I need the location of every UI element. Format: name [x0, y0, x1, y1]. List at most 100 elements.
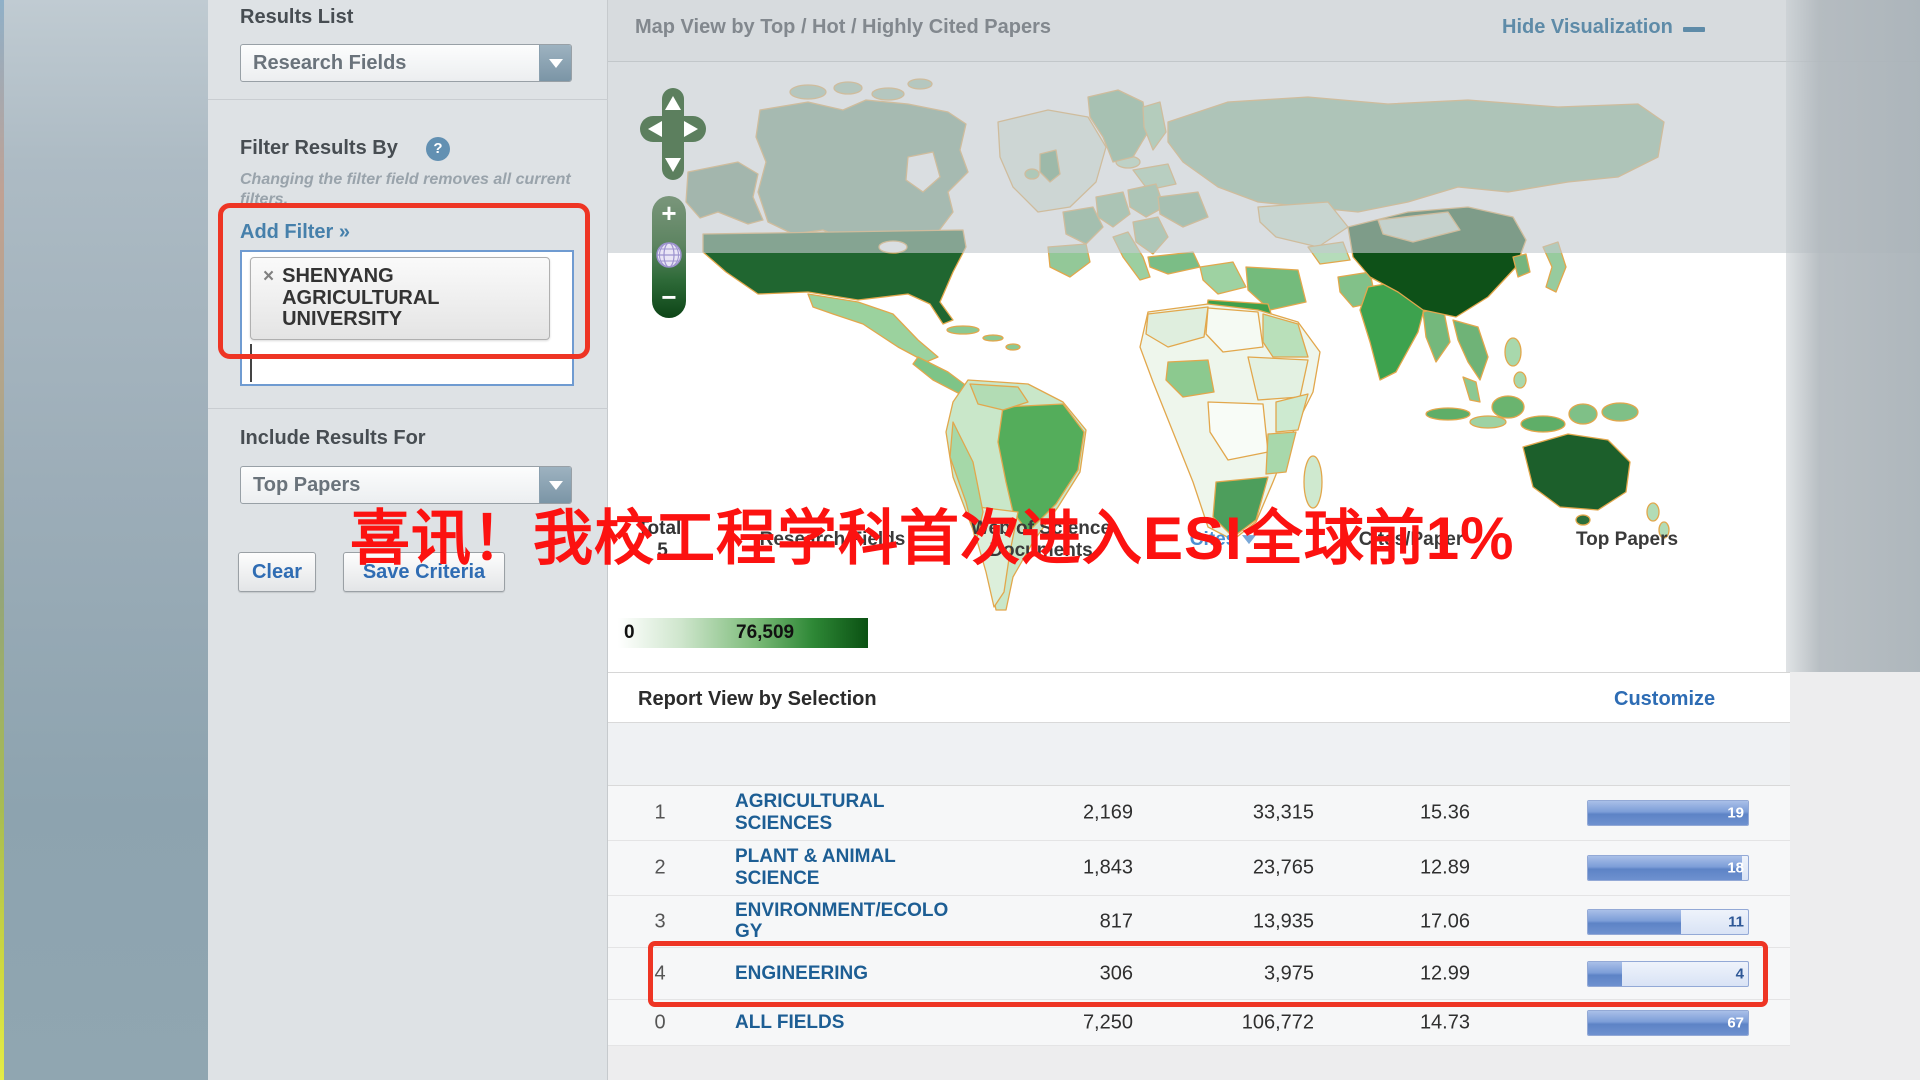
bar-track: 67 [1587, 1010, 1749, 1036]
bar-fill [1588, 801, 1748, 825]
row-cites: 13,935 [1134, 910, 1314, 933]
sidebar-divider [208, 408, 608, 409]
row-cites-per-paper: 17.06 [1290, 910, 1470, 933]
include-results-select[interactable]: Top Papers [240, 466, 572, 504]
legend-min-value: 0 [624, 622, 635, 644]
active-filter-label: SHENYANG AGRICULTURAL UNIVERSITY [282, 266, 539, 331]
row-wos-documents: 817 [953, 910, 1133, 933]
sidebar [208, 0, 608, 1080]
bar-track: 19 [1587, 800, 1749, 826]
chevron-down-icon[interactable] [539, 45, 571, 81]
remove-filter-icon[interactable]: × [263, 266, 274, 331]
sidebar-divider [208, 99, 608, 100]
bar-fill [1588, 1011, 1748, 1035]
row-wos-documents: 7,250 [953, 1011, 1133, 1034]
total-count: Total: 5 [620, 518, 705, 562]
row-cites-per-paper: 15.36 [1290, 802, 1470, 825]
active-filter-chip: × SHENYANG AGRICULTURAL UNIVERSITY [250, 257, 550, 340]
add-filter-link[interactable]: Add Filter » [240, 221, 350, 244]
include-results-heading: Include Results For [240, 427, 426, 450]
minus-icon [1683, 27, 1705, 32]
bar-track: 4 [1587, 961, 1749, 987]
row-wos-documents: 1,843 [953, 857, 1133, 880]
top-papers-bar: 18 [1587, 855, 1749, 881]
research-field-link[interactable]: ENGINEERING [735, 963, 955, 985]
legend-max-value: 76,509 [736, 622, 794, 644]
report-view-title: Report View by Selection [638, 688, 877, 711]
chevron-down-icon[interactable] [539, 467, 571, 503]
filter-results-heading: Filter Results By [240, 137, 398, 160]
table-row: 4 ENGINEERING 306 3,975 12.99 4 [608, 948, 1790, 1000]
row-cites: 106,772 [1134, 1011, 1314, 1034]
save-criteria-button[interactable]: Save Criteria [343, 552, 505, 592]
table-row: 0 ALL FIELDS 7,250 106,772 14.73 67 [608, 1000, 1790, 1046]
top-papers-bar: 19 [1587, 800, 1749, 826]
bar-fill [1588, 856, 1742, 880]
world-map-svg [608, 62, 1920, 672]
customize-link[interactable]: Customize [1614, 688, 1715, 711]
top-papers-bar: 4 [1587, 961, 1749, 987]
clear-button[interactable]: Clear [238, 552, 316, 592]
column-header-cites[interactable]: Cites [1153, 529, 1293, 551]
text-cursor [250, 344, 252, 382]
row-rank: 1 [630, 802, 690, 825]
row-rank: 2 [630, 857, 690, 880]
bar-value: 19 [1727, 805, 1744, 822]
table-row: 2 PLANT & ANIMAL SCIENCE 1,843 23,765 12… [608, 841, 1790, 896]
column-header-wos-documents[interactable]: Web of Science Documents [941, 518, 1141, 562]
row-rank: 4 [630, 962, 690, 985]
top-papers-bar: 11 [1587, 909, 1749, 935]
research-field-link[interactable]: ALL FIELDS [735, 1012, 955, 1034]
row-cites-per-paper: 14.73 [1290, 1011, 1470, 1034]
bar-fill [1588, 962, 1622, 986]
help-icon[interactable]: ? [426, 137, 450, 161]
row-wos-documents: 306 [953, 962, 1133, 985]
globe-icon[interactable] [655, 241, 683, 269]
results-list-select[interactable]: Research Fields [240, 44, 572, 82]
table-row: 3 ENVIRONMENT/ECOLOGY 817 13,935 17.06 1… [608, 896, 1790, 948]
research-field-link[interactable]: AGRICULTURAL SCIENCES [735, 791, 955, 835]
hide-visualization-link[interactable]: Hide Visualization [1502, 16, 1705, 39]
bar-track: 18 [1587, 855, 1749, 881]
map-gray-band [608, 62, 1920, 253]
map-view-title: Map View by Top / Hot / Highly Cited Pap… [635, 16, 1051, 39]
row-rank: 0 [630, 1011, 690, 1034]
map-color-legend: 0 76,509 [618, 618, 868, 648]
total-label: Total: [620, 518, 705, 540]
hide-visualization-label: Hide Visualization [1502, 16, 1673, 39]
table-header-row [608, 722, 1790, 786]
sort-desc-icon [1242, 536, 1256, 545]
photo-edge-left-strip [0, 0, 4, 1080]
bar-fill [1588, 910, 1681, 934]
filter-note: Changing the filter field removes all cu… [240, 170, 580, 210]
bar-value: 67 [1727, 1014, 1744, 1031]
zoom-out-icon[interactable]: − [661, 284, 676, 310]
row-cites-per-paper: 12.99 [1290, 962, 1470, 985]
map-pan-control[interactable] [638, 86, 708, 182]
column-header-research-fields[interactable]: Research Fields [725, 529, 940, 551]
research-field-link[interactable]: ENVIRONMENT/ECOLOGY [735, 900, 955, 944]
row-cites-per-paper: 12.89 [1290, 857, 1470, 880]
row-cites: 33,315 [1134, 802, 1314, 825]
bar-value: 18 [1727, 860, 1744, 877]
table-row: 1 AGRICULTURAL SCIENCES 2,169 33,315 15.… [608, 786, 1790, 841]
world-map [608, 62, 1920, 672]
row-cites: 3,975 [1134, 962, 1314, 985]
include-results-selected-value: Top Papers [241, 474, 360, 497]
total-value: 5 [620, 540, 705, 562]
photo-edge-left [0, 0, 208, 1080]
research-field-link[interactable]: PLANT & ANIMAL SCIENCE [735, 846, 955, 890]
column-header-top-papers[interactable]: Top Papers [1547, 529, 1707, 551]
zoom-in-icon[interactable]: + [661, 200, 676, 226]
row-wos-documents: 2,169 [953, 802, 1133, 825]
column-header-cites-per-paper[interactable]: Cites/Paper [1331, 529, 1491, 551]
row-cites: 23,765 [1134, 857, 1314, 880]
row-rank: 3 [630, 910, 690, 933]
map-zoom-control: + − [652, 196, 686, 318]
results-list-heading: Results List [240, 6, 353, 29]
bar-value: 4 [1736, 965, 1744, 982]
results-list-selected-value: Research Fields [241, 52, 406, 75]
bar-value: 11 [1728, 913, 1744, 930]
bar-track: 11 [1587, 909, 1749, 935]
top-papers-bar: 67 [1587, 1010, 1749, 1036]
